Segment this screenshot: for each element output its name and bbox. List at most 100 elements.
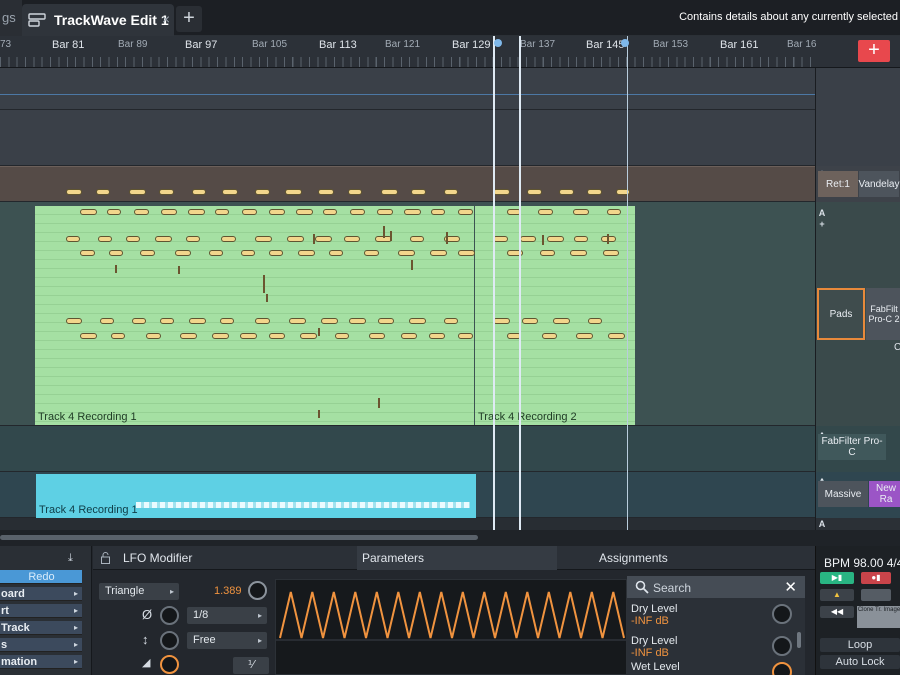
loop-end-line[interactable] bbox=[627, 36, 628, 530]
bar-label: Bar 161 bbox=[720, 39, 759, 51]
depth-icon: ↕ bbox=[142, 632, 149, 647]
playhead-line[interactable] bbox=[519, 36, 521, 530]
chevron-right-icon: ▸ bbox=[257, 636, 262, 645]
warning-icon[interactable]: ▲ bbox=[820, 589, 854, 601]
scrollbar-thumb[interactable] bbox=[0, 535, 478, 540]
loop-start-marker[interactable] bbox=[494, 39, 502, 47]
bar-label: Bar 145 bbox=[586, 39, 625, 51]
plugin-vandelay[interactable]: Vandelay bbox=[859, 171, 899, 197]
lfo-depth-knob[interactable] bbox=[160, 631, 179, 650]
bar-label: 73 bbox=[0, 39, 12, 50]
plugin-massive[interactable]: Massive bbox=[818, 481, 868, 507]
menu-item[interactable]: oard ▸ bbox=[0, 587, 82, 601]
loop-start-line[interactable] bbox=[493, 36, 495, 530]
lfo-division-value: 1/8 bbox=[193, 609, 209, 621]
track-lane[interactable] bbox=[0, 110, 815, 166]
lfo-offset-knob[interactable] bbox=[160, 655, 179, 674]
audio-clip[interactable]: Track 4 Recording 1 bbox=[36, 474, 476, 518]
tab-bar: gs TrackWave Edit 1 × + Contains details… bbox=[0, 0, 900, 36]
menu-item[interactable]: s ▸ bbox=[0, 638, 82, 652]
clipped-label: C bbox=[894, 342, 900, 353]
lfo-division-dropdown[interactable]: 1/8 ▸ bbox=[187, 607, 267, 624]
assignment-value: -INF dB bbox=[631, 615, 669, 627]
fraction-button[interactable]: ⅟ bbox=[233, 657, 269, 674]
assignment-item[interactable]: Dry Level -INF dB bbox=[631, 603, 677, 627]
assignment-knob[interactable] bbox=[772, 662, 792, 675]
assignments-search[interactable]: Search ✕ bbox=[627, 576, 805, 598]
rack-strip: + + Ret:1 Vandelay bbox=[816, 166, 900, 202]
play-button[interactable]: ▶▮ bbox=[820, 572, 854, 584]
lock-icon[interactable] bbox=[101, 552, 110, 564]
menu-item[interactable]: rt ▸ bbox=[0, 604, 82, 618]
lfo-shape-value: Triangle bbox=[105, 585, 145, 597]
bottom-panel: ⤓ Redo oard ▸ rt ▸ Track ▸ s ▸ mation ▸ LFO M… bbox=[0, 546, 900, 675]
loop-button[interactable]: Loop bbox=[820, 638, 900, 652]
download-icon[interactable]: ⤓ bbox=[68, 552, 73, 565]
lfo-wave-path bbox=[279, 591, 625, 639]
lfo-sync-dropdown[interactable]: Free ▸ bbox=[187, 632, 267, 649]
lfo-shape-dropdown[interactable]: Triangle ▸ bbox=[99, 583, 179, 600]
add-plugin-icon[interactable]: + bbox=[816, 219, 828, 229]
plugin-fabfilter[interactable]: FabFilt Pro-C 2 bbox=[866, 288, 900, 340]
tab-previous[interactable]: gs bbox=[0, 0, 22, 36]
assignment-item[interactable]: Wet Level bbox=[631, 661, 680, 673]
assignment-item[interactable]: Dry Level -INF dB bbox=[631, 635, 677, 659]
close-icon[interactable]: ✕ bbox=[784, 578, 797, 596]
search-input[interactable]: Search bbox=[653, 581, 691, 595]
tab-assignments[interactable]: Assignments bbox=[599, 551, 668, 565]
track-lane[interactable] bbox=[0, 68, 815, 110]
tab-parameters[interactable]: Parameters bbox=[362, 551, 424, 565]
plugin-pads[interactable]: Pads bbox=[817, 288, 865, 340]
auto-lock-button[interactable]: Auto Lock bbox=[820, 655, 900, 669]
track-lane-return[interactable] bbox=[0, 166, 815, 202]
track-lane[interactable] bbox=[0, 426, 815, 472]
lfo-rate-value[interactable]: 1.389 bbox=[214, 585, 242, 597]
lfo-header: LFO Modifier Parameters Assignments bbox=[93, 546, 815, 570]
assignment-knob[interactable] bbox=[772, 604, 792, 624]
new-tab-button[interactable]: + bbox=[176, 6, 202, 32]
add-marker-button[interactable]: + bbox=[858, 40, 890, 62]
rack-strip: A + FabFilter Pro-C bbox=[816, 426, 900, 472]
ruler-ticks bbox=[0, 57, 815, 67]
track-lane[interactable] bbox=[0, 518, 815, 530]
lfo-waveform-display[interactable] bbox=[275, 579, 627, 675]
track-area[interactable]: Track 4 Recording 1 Track 4 Recording 2 … bbox=[0, 68, 815, 530]
assignment-name: Wet Level bbox=[631, 661, 680, 673]
lfo-rate-knob[interactable] bbox=[248, 581, 267, 600]
chevron-right-icon: ▸ bbox=[257, 611, 262, 620]
midi-clip[interactable]: Track 4 Recording 2 bbox=[475, 206, 635, 425]
record-button[interactable]: ●▮ bbox=[861, 572, 891, 584]
menu-item[interactable]: mation ▸ bbox=[0, 655, 82, 669]
plugin-ret[interactable]: Ret:1 bbox=[818, 171, 858, 197]
lfo-phase-knob[interactable] bbox=[160, 606, 179, 625]
transport-extra-button[interactable] bbox=[861, 589, 891, 601]
edit-document-icon bbox=[28, 13, 46, 27]
automation-icon[interactable]: A bbox=[816, 208, 828, 218]
menu-item-label: s bbox=[1, 639, 8, 651]
chevron-right-icon: ▸ bbox=[73, 606, 78, 615]
clone-track-image[interactable]: Clone Tr. Image bbox=[857, 606, 900, 628]
rack-strip: A + Pads FabFilt Pro-C 2 C bbox=[816, 202, 900, 426]
midi-clip[interactable]: Track 4 Recording 1 bbox=[35, 206, 474, 425]
bpm-display[interactable]: BPM 98.00 4/4 bbox=[824, 556, 900, 570]
plugin-new-ra[interactable]: New Ra bbox=[869, 481, 900, 507]
loop-end-marker[interactable] bbox=[621, 39, 629, 47]
bar-label: Bar 97 bbox=[185, 39, 218, 51]
assignment-knob[interactable] bbox=[772, 636, 792, 656]
lfo-waveform bbox=[276, 591, 626, 641]
menu-item-label: oard bbox=[1, 588, 25, 600]
rewind-button[interactable]: ◀◀ bbox=[820, 606, 854, 618]
timeline-ruler[interactable]: 73 Bar 81 Bar 89 Bar 97 Bar 105 Bar 113 … bbox=[0, 36, 900, 68]
automation-icon[interactable]: A bbox=[816, 519, 828, 529]
tab-close-icon[interactable]: × bbox=[162, 11, 170, 27]
clip-label: Track 4 Recording 1 bbox=[38, 411, 137, 423]
assignments-panel: Search ✕ Dry Level -INF dB Dry Level -IN… bbox=[627, 576, 805, 675]
horizontal-scrollbar[interactable] bbox=[0, 530, 900, 546]
tab-active-edit[interactable]: TrackWave Edit 1 × bbox=[22, 4, 174, 36]
plugin-fabfilter-proc[interactable]: FabFilter Pro-C bbox=[818, 434, 886, 460]
redo-button[interactable]: Redo bbox=[0, 570, 82, 584]
rack-strip: A + Massive New Ra bbox=[816, 472, 900, 518]
assignments-scrollbar[interactable] bbox=[797, 632, 801, 648]
menu-item[interactable]: Track ▸ bbox=[0, 621, 82, 635]
bar-label: Bar 81 bbox=[52, 39, 85, 51]
